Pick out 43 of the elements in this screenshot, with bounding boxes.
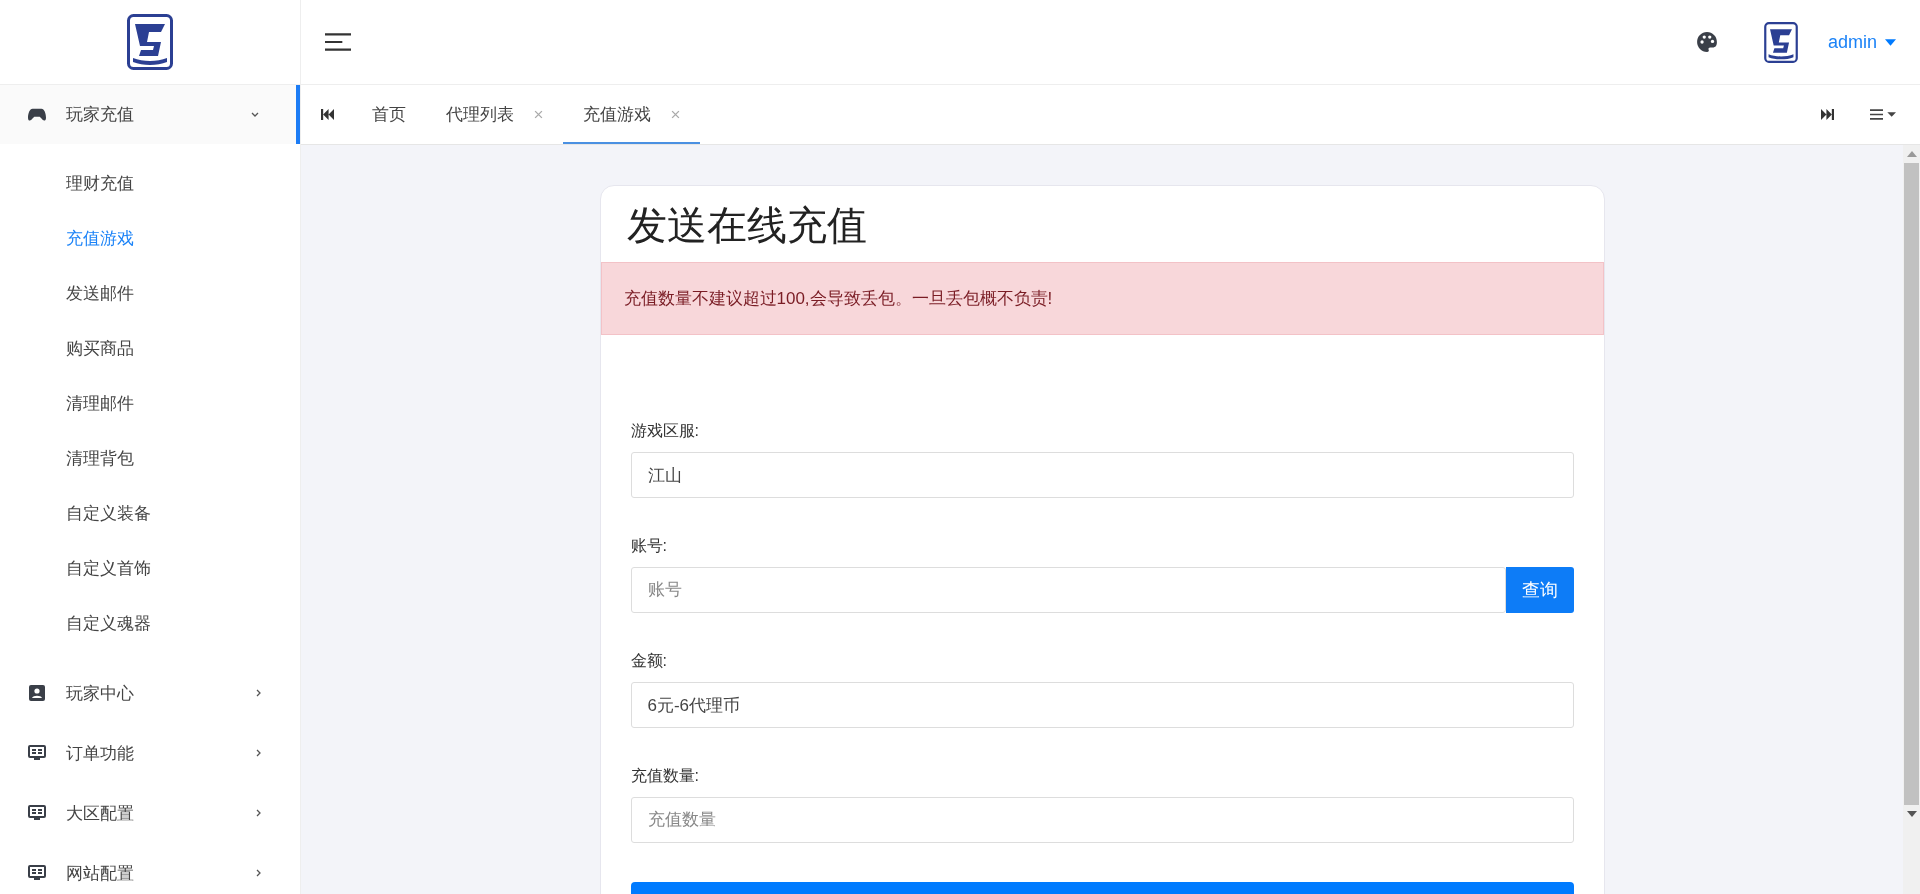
sidebar-item[interactable]: 理财充值 — [0, 156, 300, 211]
field-label: 金额: — [630, 651, 668, 671]
scrollbar[interactable] — [1903, 145, 1920, 894]
sidebar-group[interactable]: 玩家充值 — [0, 85, 300, 144]
logo-icon — [127, 14, 173, 70]
sidebar-item[interactable]: 清理邮件 — [0, 376, 300, 431]
skip-forward-icon[interactable] — [1821, 109, 1834, 120]
field-label: 充值数量: — [630, 766, 700, 786]
input-field[interactable]: 江山 — [630, 452, 1574, 498]
warning-alert: 充值数量不建议超过100,会导致丢包。一旦丢包概不负责! — [600, 262, 1604, 335]
sidebar-group[interactable]: 大区配置 — [0, 783, 300, 843]
sidebar-item[interactable]: 充值游戏 — [0, 211, 300, 266]
query-button[interactable]: 查询 — [1505, 567, 1574, 613]
monitor-icon — [28, 865, 46, 881]
form-title: 发送在线充值 — [625, 202, 868, 249]
monitor-icon — [28, 745, 46, 761]
caret-icon — [1885, 38, 1896, 46]
sidebar-item[interactable]: 清理背包 — [0, 431, 300, 486]
menu-icon[interactable] — [325, 33, 351, 51]
monitor-icon — [28, 805, 46, 821]
sidebar-group[interactable]: 订单功能 — [0, 723, 300, 783]
input-field[interactable]: 账号 — [630, 567, 1506, 613]
skip-back-icon[interactable] — [321, 109, 334, 120]
scroll-down-icon[interactable] — [1906, 811, 1917, 817]
gamepad-icon — [28, 106, 46, 123]
user-menu[interactable]: admin — [1827, 31, 1896, 53]
field-label: 账号: — [630, 536, 668, 556]
tab[interactable]: 首页 — [352, 85, 426, 144]
tab[interactable]: 代理列表 — [426, 85, 563, 144]
input-field[interactable]: 6元-6代理币 — [630, 682, 1574, 728]
palette-icon[interactable] — [1695, 31, 1718, 53]
tab-menu-icon[interactable] — [1870, 109, 1896, 120]
sidebar-item[interactable]: 自定义魂器 — [0, 596, 300, 651]
sidebar-item[interactable]: 发送邮件 — [0, 266, 300, 321]
contact-card-icon — [28, 685, 46, 701]
sidebar-group[interactable]: 玩家中心 — [0, 663, 300, 723]
sidebar-item[interactable]: 自定义装备 — [0, 486, 300, 541]
sidebar-group[interactable]: 网站配置 — [0, 843, 300, 894]
sidebar-item[interactable]: 自定义首饰 — [0, 541, 300, 596]
avatar-logo-icon — [1763, 21, 1798, 63]
input-field[interactable]: 充值数量 — [630, 797, 1574, 843]
sidebar-item[interactable]: 购买商品 — [0, 321, 300, 376]
field-label: 游戏区服: — [630, 421, 700, 441]
